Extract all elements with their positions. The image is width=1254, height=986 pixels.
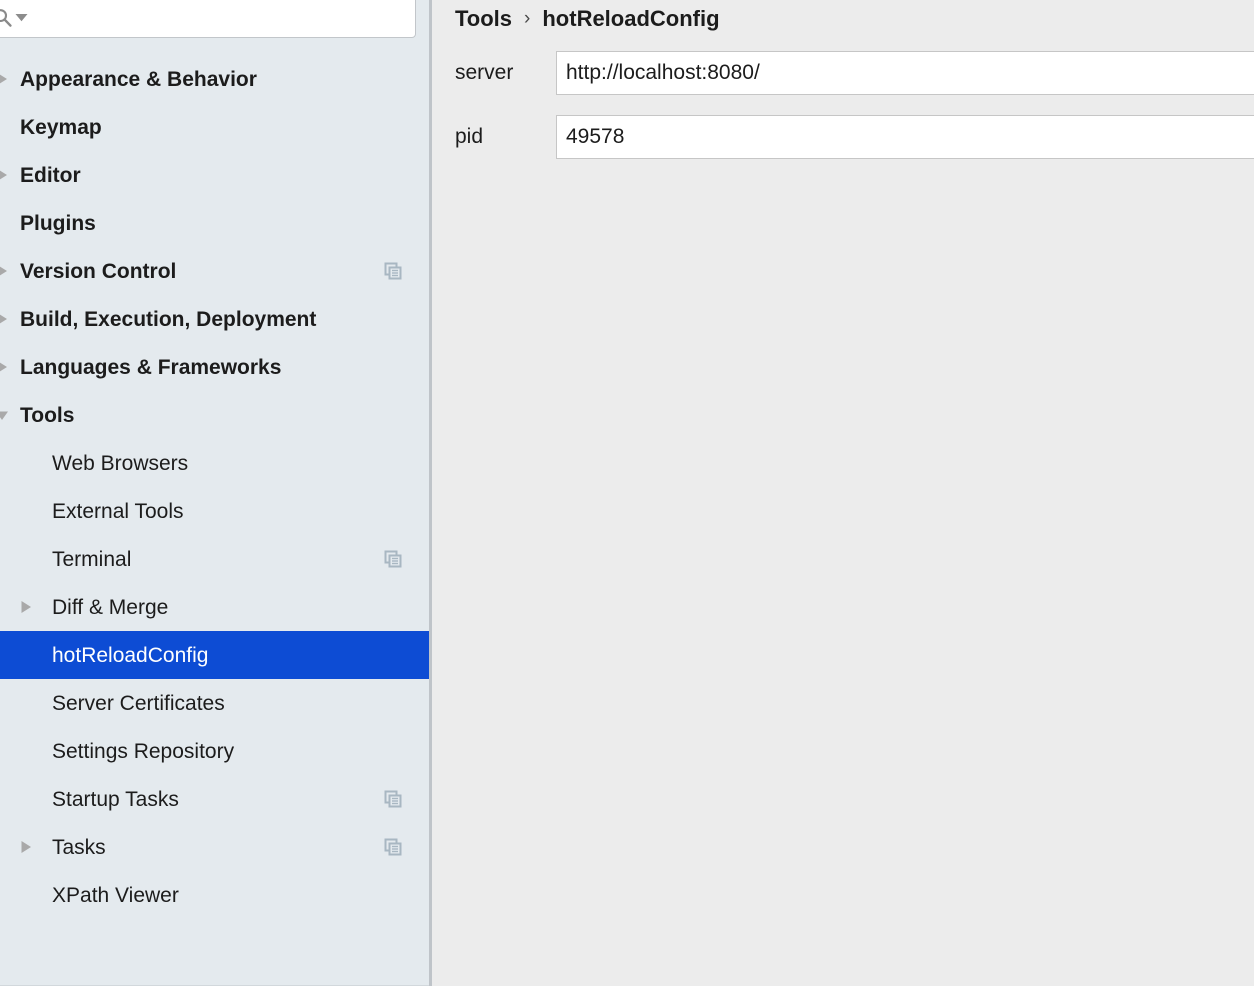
breadcrumb: Tools › hotReloadConfig <box>455 0 720 37</box>
sidebar-item-label: Settings Repository <box>52 739 235 763</box>
sidebar-item-label: Diff & Merge <box>52 595 169 619</box>
tree-twisty[interactable] <box>0 343 12 391</box>
sidebar-item-label: Tasks <box>52 835 106 859</box>
field-row-server: server <box>435 51 1254 95</box>
copy-scope-icon <box>384 262 402 280</box>
sidebar-item-server-certificates[interactable]: Server Certificates <box>0 679 429 727</box>
sidebar-item-startup-tasks[interactable]: Startup Tasks <box>0 775 429 823</box>
settings-search-box[interactable] <box>0 0 416 38</box>
chevron-right-icon[interactable] <box>0 359 9 375</box>
tree-twisty[interactable] <box>16 583 36 631</box>
settings-sidebar: Appearance & Behavior Keymap Editor Plugins… <box>0 0 432 986</box>
search-icon <box>0 8 12 27</box>
chevron-down-icon[interactable] <box>0 407 9 423</box>
sidebar-item-label: Server Certificates <box>52 691 225 715</box>
sidebar-item-label: Editor <box>20 163 81 187</box>
tree-twisty[interactable] <box>0 247 12 295</box>
settings-dialog: Appearance & Behavior Keymap Editor Plugins… <box>0 0 1254 986</box>
sidebar-item-settings-repository[interactable]: Settings Repository <box>0 727 429 775</box>
sidebar-item-label: Plugins <box>20 211 96 235</box>
sidebar-item-label: Appearance & Behavior <box>20 67 257 91</box>
tree-twisty[interactable] <box>0 55 12 103</box>
tree-twisty[interactable] <box>0 391 12 439</box>
sidebar-item-label: Startup Tasks <box>52 787 179 811</box>
sidebar-item-version-control[interactable]: Version Control <box>0 247 429 295</box>
sidebar-item-appearance-behavior[interactable]: Appearance & Behavior <box>0 55 429 103</box>
sidebar-item-tools[interactable]: Tools <box>0 391 429 439</box>
sidebar-item-label: External Tools <box>52 499 184 523</box>
sidebar-item-label: Terminal <box>52 547 132 571</box>
tree-twisty[interactable] <box>0 151 12 199</box>
breadcrumb-parent[interactable]: Tools <box>455 6 512 32</box>
copy-scope-icon <box>384 550 402 568</box>
sidebar-item-label: Web Browsers <box>52 451 189 475</box>
sidebar-item-hotreloadconfig[interactable]: hotReloadConfig <box>0 631 429 679</box>
chevron-down-icon <box>15 13 28 21</box>
sidebar-item-terminal[interactable]: Terminal <box>0 535 429 583</box>
chevron-right-icon[interactable] <box>19 839 33 855</box>
sidebar-item-label: hotReloadConfig <box>52 643 209 667</box>
server-field-input[interactable] <box>556 51 1254 95</box>
sidebar-item-label: Version Control <box>20 259 177 283</box>
server-field-label: server <box>455 61 514 84</box>
chevron-right-icon[interactable] <box>0 263 9 279</box>
sidebar-item-plugins[interactable]: Plugins <box>0 199 429 247</box>
sidebar-item-label: Keymap <box>20 115 102 139</box>
settings-tree: Appearance & Behavior Keymap Editor Plugins… <box>0 55 429 919</box>
tree-twisty[interactable] <box>16 823 36 871</box>
chevron-right-icon[interactable] <box>0 167 9 183</box>
sidebar-item-xpath-viewer[interactable]: XPath Viewer <box>0 871 429 919</box>
copy-scope-icon <box>384 790 402 808</box>
breadcrumb-separator-icon: › <box>524 8 531 29</box>
field-row-pid: pid <box>435 115 1254 159</box>
sidebar-item-label: Tools <box>20 403 75 427</box>
chevron-right-icon[interactable] <box>0 311 9 327</box>
settings-detail-panel: Tools › hotReloadConfig server pid <box>435 0 1254 986</box>
sidebar-item-label: Languages & Frameworks <box>20 355 282 379</box>
sidebar-item-editor[interactable]: Editor <box>0 151 429 199</box>
sidebar-item-keymap[interactable]: Keymap <box>0 103 429 151</box>
chevron-right-icon[interactable] <box>19 599 33 615</box>
copy-scope-icon <box>384 838 402 856</box>
sidebar-item-build-execution-deployment[interactable]: Build, Execution, Deployment <box>0 295 429 343</box>
sidebar-item-label: XPath Viewer <box>52 883 179 907</box>
sidebar-item-web-browsers[interactable]: Web Browsers <box>0 439 429 487</box>
sidebar-item-tasks[interactable]: Tasks <box>0 823 429 871</box>
breadcrumb-current: hotReloadConfig <box>542 5 720 31</box>
pid-field-input[interactable] <box>556 115 1254 159</box>
sidebar-item-external-tools[interactable]: External Tools <box>0 487 429 535</box>
sidebar-item-languages-frameworks[interactable]: Languages & Frameworks <box>0 343 429 391</box>
search-input[interactable] <box>41 0 409 32</box>
tree-twisty[interactable] <box>0 295 12 343</box>
sidebar-item-label: Build, Execution, Deployment <box>20 307 317 331</box>
search-icon-group[interactable] <box>0 4 37 30</box>
sidebar-item-diff-merge[interactable]: Diff & Merge <box>0 583 429 631</box>
pid-field-label: pid <box>455 125 484 148</box>
chevron-right-icon[interactable] <box>0 71 9 87</box>
